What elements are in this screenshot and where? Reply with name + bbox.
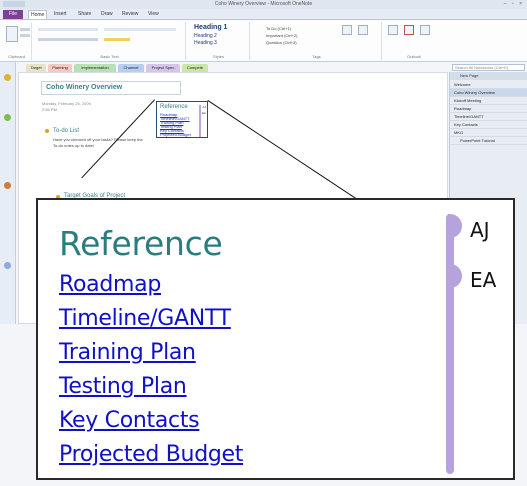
clipboard-group: Clipboard xyxy=(2,22,32,60)
tag-important[interactable]: Important (Ctrl+2) xyxy=(266,33,297,38)
tags-gallery-icon[interactable] xyxy=(342,25,352,35)
page-tab-timeline[interactable]: Timeline/GANTT xyxy=(450,113,527,121)
page-time-text: 2:56 PM xyxy=(42,107,57,112)
notebook-personal-icon[interactable] xyxy=(4,114,11,121)
reference-title: Reference xyxy=(59,224,223,263)
page-tab-mkg[interactable]: MKG xyxy=(450,129,527,137)
page-tab-kickoff[interactable]: Kickoff Meeting xyxy=(450,97,527,105)
mini-author-bar xyxy=(199,105,201,137)
tab-insert[interactable]: Insert xyxy=(52,10,69,19)
page-title: Coho Winery Overview xyxy=(46,84,123,91)
notebook-nav xyxy=(0,62,16,324)
meeting-details-icon[interactable] xyxy=(420,25,430,35)
section-tab-planning[interactable]: Planning xyxy=(48,64,72,72)
ribbon-tabs: File Home Insert Share Draw Review View xyxy=(0,9,527,20)
author-bar xyxy=(446,214,454,474)
page-tab-powerpoint[interactable]: PowerPoint Tutorial xyxy=(450,137,527,145)
link-projected-budget[interactable]: Projected Budget xyxy=(59,442,243,467)
file-tab[interactable]: File xyxy=(3,10,23,19)
search-input[interactable]: Search All Notebooks (Ctrl+E) xyxy=(452,64,525,71)
window-title: Coho Winery Overview - Microsoft OneNote xyxy=(214,1,313,7)
title-bar: Coho Winery Overview - Microsoft OneNote… xyxy=(0,0,527,9)
section-tab-target[interactable]: Target xyxy=(26,64,46,72)
style-heading-1[interactable]: Heading 1 xyxy=(194,24,227,31)
notebook-coho-icon[interactable] xyxy=(4,74,11,81)
tag-todo[interactable]: To Do (Ctrl+1) xyxy=(266,26,291,31)
tags-group-label: Tags xyxy=(312,54,321,59)
todo-bullet-icon xyxy=(45,129,49,133)
basic-text-group: Basic Text xyxy=(34,22,186,60)
section-tab-compete[interactable]: Compete xyxy=(182,64,208,72)
tags-group: To Do (Ctrl+1) Important (Ctrl+2) Questi… xyxy=(252,22,382,60)
tab-share[interactable]: Share xyxy=(76,10,93,19)
page-title-box[interactable]: Coho Winery Overview xyxy=(41,81,181,95)
window-controls[interactable]: – ▫ × xyxy=(504,1,524,7)
section-tab-implementation[interactable]: Implementation xyxy=(74,64,116,72)
styles-group: Heading 1 Heading 2 Heading 3 Styles xyxy=(188,22,250,60)
basic-text-group-label: Basic Text xyxy=(100,54,119,59)
outlook-tasks-icon[interactable] xyxy=(404,25,414,35)
page-tab-overview[interactable]: Coho Winery Overview xyxy=(450,89,527,97)
section-tabs: Target Planning Implementation Channel P… xyxy=(18,64,448,72)
tab-review[interactable]: Review xyxy=(120,10,140,19)
format-buttons[interactable] xyxy=(38,38,98,41)
author-marker-ea[interactable] xyxy=(448,264,462,288)
page-tab-welcome[interactable]: Welcome xyxy=(450,81,527,89)
styles-group-label: Styles xyxy=(213,54,224,59)
style-heading-2[interactable]: Heading 2 xyxy=(194,33,217,39)
mini-author-ea: EA xyxy=(201,111,206,115)
page-date: Monday, February 25, 2009 2:56 PM xyxy=(42,101,91,113)
tab-draw[interactable]: Draw xyxy=(99,10,115,19)
link-key-contacts[interactable]: Key Contacts xyxy=(59,408,200,433)
mini-reference-title: Reference xyxy=(160,104,188,110)
link-roadmap[interactable]: Roadmap xyxy=(59,272,161,297)
font-selector[interactable] xyxy=(38,28,98,31)
mini-author-aj: AJ xyxy=(202,105,206,109)
link-training-plan[interactable]: Training Plan xyxy=(59,340,196,365)
todo-text: Have you checked off your tasks? Please … xyxy=(53,137,143,148)
outlook-group-label: Outlook xyxy=(407,54,421,59)
link-testing-plan[interactable]: Testing Plan xyxy=(59,374,187,399)
page-tab-roadmap[interactable]: Roadmap xyxy=(450,105,527,113)
author-initials-ea: EA xyxy=(470,268,497,292)
section-tab-channel[interactable]: Channel xyxy=(118,64,144,72)
paste-icon[interactable] xyxy=(6,26,18,42)
reference-callout: Reference Roadmap Timeline/GANTT Trainin… xyxy=(36,198,515,480)
highlight-button[interactable] xyxy=(104,38,130,41)
author-marker-aj[interactable] xyxy=(448,214,462,238)
section-tab-project-spec[interactable]: Project Spec xyxy=(146,64,180,72)
new-page-button[interactable]: New Page xyxy=(450,72,527,80)
todo-heading: To-do List xyxy=(53,128,80,134)
ribbon: Clipboard Basic Text Heading 1 Heading 2… xyxy=(0,20,527,62)
link-timeline-gantt[interactable]: Timeline/GANTT xyxy=(59,306,231,331)
email-page-icon[interactable] xyxy=(388,25,398,35)
author-initials-aj: AJ xyxy=(470,218,490,242)
tab-view[interactable]: View xyxy=(146,10,161,19)
notebook-notes-icon[interactable] xyxy=(4,262,11,269)
tag-question[interactable]: Question (Ctrl+3) xyxy=(266,40,297,45)
tab-home[interactable]: Home xyxy=(28,10,48,19)
list-buttons[interactable] xyxy=(104,28,176,31)
mini-link-budget[interactable]: Projected Budget xyxy=(160,132,191,137)
reference-outline-thumbnail[interactable]: Reference Roadmap Timeline/GANTT Trainin… xyxy=(156,101,208,138)
find-tags-icon[interactable] xyxy=(358,25,368,35)
outlook-group: Outlook xyxy=(384,22,444,60)
clipboard-group-label: Clipboard xyxy=(7,54,26,59)
notebook-sales-icon[interactable] xyxy=(4,182,11,189)
page-tab-key-contacts[interactable]: Key Contacts xyxy=(450,121,527,129)
style-heading-3[interactable]: Heading 3 xyxy=(194,40,217,46)
